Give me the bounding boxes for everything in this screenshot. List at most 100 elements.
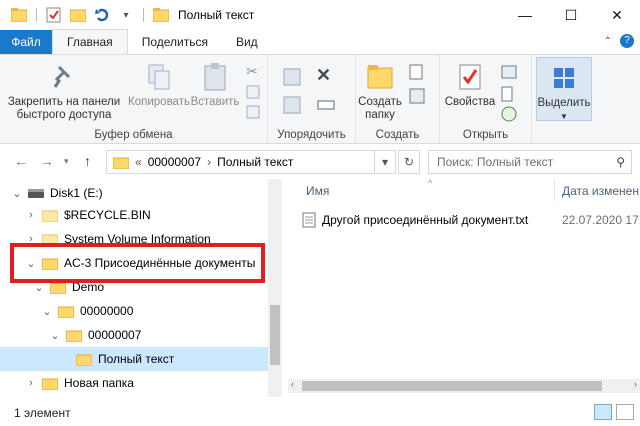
forward-button[interactable]: → bbox=[40, 153, 54, 169]
minimize-button[interactable]: — bbox=[502, 0, 548, 30]
organize-group: ✕ Упорядочить bbox=[268, 55, 356, 143]
chevron-right-icon[interactable]: › bbox=[207, 155, 211, 169]
column-headers: Имя ^ Дата изменен bbox=[288, 178, 640, 203]
ribbon-tabs: Файл Главная Поделиться Вид ⌃ ? bbox=[0, 29, 640, 54]
tree-item-full-text[interactable]: Полный текст bbox=[0, 347, 268, 371]
create-group-label: Создать bbox=[375, 129, 420, 141]
new-folder-button[interactable]: Создать папку bbox=[356, 61, 404, 122]
tree-item-new-folder[interactable]: › Новая папка bbox=[0, 371, 268, 395]
address-history-button[interactable]: ▾ bbox=[374, 150, 396, 174]
rename-icon[interactable] bbox=[316, 95, 336, 118]
select-label: Выделить bbox=[537, 97, 591, 109]
open-group: Свойства Открыть bbox=[440, 55, 532, 143]
nav-scrollbar[interactable] bbox=[268, 179, 282, 397]
column-header-name[interactable]: Имя bbox=[306, 184, 329, 198]
details-view-icon[interactable] bbox=[594, 404, 612, 420]
refresh-button[interactable]: ↻ bbox=[398, 150, 420, 174]
tree-item-00000000[interactable]: ⌄ 00000000 bbox=[0, 299, 268, 323]
paste-shortcut-icon[interactable] bbox=[246, 105, 260, 122]
folder-icon bbox=[42, 210, 58, 222]
tree-item-disk[interactable]: ⌄ Disk1 (E:) bbox=[0, 181, 268, 205]
easy-access-icon[interactable] bbox=[408, 87, 426, 108]
folder-icon bbox=[8, 4, 30, 26]
column-header-date[interactable]: Дата изменен bbox=[562, 184, 639, 198]
scroll-right-icon[interactable]: › bbox=[634, 379, 637, 389]
create-group: Создать папку Создать bbox=[356, 55, 440, 143]
breadcrumb-segment[interactable]: 00000007 bbox=[148, 155, 201, 169]
window-title: Полный текст bbox=[178, 8, 255, 22]
customize-qat-icon[interactable]: ▾ bbox=[115, 4, 137, 26]
tab-home[interactable]: Главная bbox=[52, 29, 128, 54]
back-button[interactable]: ← bbox=[14, 153, 28, 169]
delete-icon[interactable]: ✕ bbox=[316, 65, 331, 86]
close-button[interactable]: ✕ bbox=[594, 0, 640, 30]
file-date: 22.07.2020 17:2 bbox=[562, 213, 640, 227]
properties-label: Свойства bbox=[444, 96, 496, 108]
ribbon-right-controls: ⌃ ? bbox=[604, 34, 634, 48]
column-divider[interactable] bbox=[554, 179, 555, 201]
title-bar: ▾ Полный текст — ☐ ✕ bbox=[0, 0, 640, 30]
properties-icon bbox=[454, 61, 486, 93]
paste-button[interactable]: Вставить bbox=[190, 61, 240, 109]
search-input[interactable]: Поиск: Полный текст ⚲ bbox=[428, 150, 632, 174]
address-overflow[interactable]: « bbox=[135, 155, 142, 169]
file-scrollbar[interactable]: ‹ › bbox=[288, 379, 640, 393]
folder-icon bbox=[42, 378, 58, 390]
copy-path-icon[interactable] bbox=[246, 85, 260, 102]
view-switcher bbox=[594, 404, 634, 420]
breadcrumb-segment[interactable]: Полный текст bbox=[217, 155, 293, 169]
navigation-pane: ⌄ Disk1 (E:) › $RECYCLE.BIN › System Vol… bbox=[0, 179, 282, 397]
undo-icon[interactable] bbox=[91, 4, 113, 26]
file-row[interactable]: Другой присоединённый документ.txt 22.07… bbox=[302, 209, 640, 231]
chevron-down-icon[interactable]: ⌄ bbox=[10, 187, 24, 200]
address-bar[interactable]: « 00000007 › Полный текст bbox=[106, 150, 396, 174]
new-item-icon[interactable] bbox=[408, 63, 426, 84]
scroll-left-icon[interactable]: ‹ bbox=[291, 379, 294, 389]
file-name: Другой присоединённый документ.txt bbox=[322, 213, 529, 227]
paste-label: Вставить bbox=[190, 96, 240, 108]
edit-icon[interactable] bbox=[500, 85, 518, 106]
recent-locations-button[interactable]: ▾ bbox=[64, 156, 69, 167]
folder-icon bbox=[150, 4, 172, 26]
file-list-pane: Имя ^ Дата изменен Другой присоединённый… bbox=[288, 178, 640, 397]
tree-item-00000007[interactable]: ⌄ 00000007 bbox=[0, 323, 268, 347]
select-button[interactable]: Выделить ▼ bbox=[536, 57, 592, 121]
chevron-right-icon[interactable]: › bbox=[24, 377, 38, 389]
collapse-ribbon-icon[interactable]: ⌃ bbox=[604, 36, 612, 47]
help-icon[interactable]: ? bbox=[620, 34, 634, 48]
chevron-right-icon[interactable]: › bbox=[24, 209, 38, 221]
tab-share[interactable]: Поделиться bbox=[128, 30, 222, 54]
new-folder-label: Создать папку bbox=[358, 96, 402, 121]
drive-icon bbox=[28, 189, 44, 198]
properties-qat-icon[interactable] bbox=[43, 4, 65, 26]
tree-item-recycle[interactable]: › $RECYCLE.BIN bbox=[0, 203, 268, 227]
open-icon[interactable] bbox=[500, 63, 518, 84]
window-controls: — ☐ ✕ bbox=[502, 0, 640, 30]
copy-to-icon[interactable] bbox=[282, 95, 302, 118]
copy-icon bbox=[143, 61, 175, 93]
tab-view[interactable]: Вид bbox=[222, 30, 272, 54]
chevron-down-icon[interactable]: ⌄ bbox=[40, 305, 54, 318]
scrollbar-thumb[interactable] bbox=[302, 381, 602, 391]
cut-icon[interactable]: ✂ bbox=[246, 63, 258, 80]
pin-quick-access-button[interactable]: Закрепить на панели быстрого доступа bbox=[4, 61, 124, 122]
tree-item-label: 00000000 bbox=[80, 304, 134, 318]
large-icons-view-icon[interactable] bbox=[616, 404, 634, 420]
properties-button[interactable]: Свойства bbox=[442, 61, 498, 109]
pin-label: Закрепить на панели быстрого доступа bbox=[7, 96, 121, 121]
history-icon[interactable] bbox=[500, 105, 518, 126]
tree-item-label: Disk1 (E:) bbox=[50, 186, 103, 200]
separator bbox=[143, 8, 144, 22]
new-folder-qat-icon[interactable] bbox=[67, 4, 89, 26]
copy-button[interactable]: Копировать bbox=[124, 61, 194, 109]
chevron-down-icon: ▼ bbox=[560, 112, 568, 121]
quick-access-toolbar: ▾ bbox=[0, 4, 172, 26]
move-to-icon[interactable] bbox=[282, 67, 302, 90]
scrollbar-thumb[interactable] bbox=[270, 305, 280, 365]
tab-file[interactable]: Файл bbox=[0, 30, 52, 54]
up-button[interactable]: ↑ bbox=[84, 153, 91, 169]
chevron-down-icon[interactable]: ⌄ bbox=[48, 329, 62, 342]
sort-arrow-icon: ^ bbox=[428, 178, 433, 188]
navigation-bar: ← → ▾ ↑ « 00000007 › Полный текст ▾ ↻ По… bbox=[0, 145, 640, 179]
maximize-button[interactable]: ☐ bbox=[548, 0, 594, 30]
